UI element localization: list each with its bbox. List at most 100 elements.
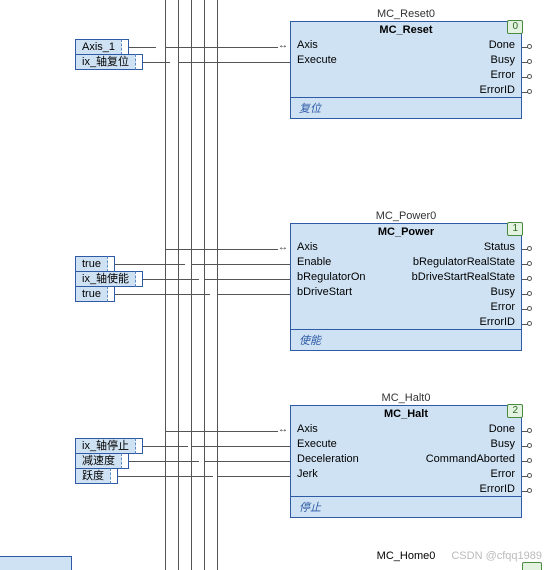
var-halt[interactable]: ix_轴停止 [75,438,188,454]
wire [118,476,213,477]
wire [115,294,210,295]
port-cmdaborted: CommandAborted [406,451,521,466]
fb-type-name: MC_Power [291,224,521,239]
port-enable: Enable [291,254,406,269]
partial-var-box [0,556,72,570]
watermark: CSDN @cfqq1989 [451,550,542,562]
port-deceleration: Deceleration [291,451,406,466]
fb-index-badge: 1 [507,222,523,236]
var-true-2[interactable]: true [75,286,210,302]
var-notch-icon [135,271,143,287]
wire [217,476,290,477]
var-notch-icon [121,453,129,469]
port-axis: Axis [291,239,406,254]
diagram-canvas: MC_Reset0 0 MC_Reset Axis Execute Done B… [0,0,550,570]
fb-footer: 复位 [291,97,521,118]
port-axis: Axis [291,37,406,52]
wire [165,249,278,250]
out-circle-icon [527,89,532,94]
port-jerk: Jerk [291,466,406,481]
fb-instance-name: MC_Power0 [290,210,522,222]
wire [143,446,188,447]
out-circle-icon [527,44,532,49]
var-enable[interactable]: ix_轴使能 [75,271,199,287]
var-label: Axis_1 [75,39,121,55]
wire [217,294,290,295]
wire [143,279,199,280]
var-notch-icon [121,39,129,55]
out-circle-icon [527,428,532,433]
fb-mc-power[interactable]: MC_Power0 1 MC_Power Axis Enable bRegula… [290,210,522,351]
fb-type-name: MC_Reset [291,22,521,37]
rail-5 [217,0,218,570]
fb-index-badge: 0 [507,20,523,34]
port-status: Status [406,239,521,254]
port-errorid: ErrorID [406,314,521,329]
fb-type-name: MC_Halt [291,406,521,421]
port-execute: Execute [291,436,406,451]
bidir-arrow-icon: ↔ [278,42,288,50]
wire [143,62,170,63]
port-done: Done [406,421,521,436]
rail-4 [204,0,205,570]
fb-index-badge: 2 [507,404,523,418]
port-busy: Busy [406,284,521,299]
wire [204,461,290,462]
out-circle-icon [527,443,532,448]
var-jerk[interactable]: 跃度 [75,468,213,484]
out-circle-icon [527,276,532,281]
var-notch-icon [135,438,143,454]
var-decel[interactable]: 减速度 [75,453,199,469]
wire [204,279,290,280]
out-circle-icon [527,488,532,493]
var-notch-icon [107,286,115,302]
var-notch-icon [110,468,118,484]
wire [178,62,290,63]
port-bdrivestart: bDriveStart [291,284,406,299]
wire [165,431,278,432]
var-label: 跃度 [75,468,110,484]
out-circle-icon [527,306,532,311]
var-label: 减速度 [75,453,121,469]
bidir-arrow-icon: ↔ [278,426,288,434]
var-notch-icon [107,256,115,272]
fb-footer: 使能 [291,329,521,350]
var-axis-1[interactable]: Axis_1 [75,39,156,55]
var-true-1[interactable]: true [75,256,185,272]
port-errorid: ErrorID [406,82,521,97]
out-circle-icon [527,291,532,296]
out-circle-icon [527,74,532,79]
out-circle-icon [527,473,532,478]
port-bregulatoron: bRegulatorOn [291,269,406,284]
var-label: ix_轴使能 [75,271,135,287]
fb-index-badge-partial [522,562,542,570]
out-circle-icon [527,321,532,326]
port-error: Error [406,299,521,314]
var-notch-icon [135,54,143,70]
var-label: ix_轴停止 [75,438,135,454]
var-label: ix_轴复位 [75,54,135,70]
port-busy: Busy [406,52,521,67]
port-bregrealstate: bRegulatorRealState [406,254,521,269]
fb-mc-reset[interactable]: MC_Reset0 0 MC_Reset Axis Execute Done B… [290,8,522,119]
wire [129,47,156,48]
port-error: Error [406,466,521,481]
wire [191,264,290,265]
port-done: Done [406,37,521,52]
out-circle-icon [527,458,532,463]
fb-mc-halt[interactable]: MC_Halt0 2 MC_Halt Axis Execute Decelera… [290,392,522,518]
fb-instance-name: MC_Halt0 [290,392,522,404]
var-reset[interactable]: ix_轴复位 [75,54,170,70]
out-circle-icon [527,261,532,266]
wire [129,461,199,462]
port-error: Error [406,67,521,82]
fb-instance-name: MC_Reset0 [290,8,522,20]
var-label: true [75,286,107,302]
port-axis: Axis [291,421,406,436]
port-errorid: ErrorID [406,481,521,496]
var-label: true [75,256,107,272]
out-circle-icon [527,59,532,64]
bidir-arrow-icon: ↔ [278,244,288,252]
out-circle-icon [527,246,532,251]
wire [115,264,185,265]
